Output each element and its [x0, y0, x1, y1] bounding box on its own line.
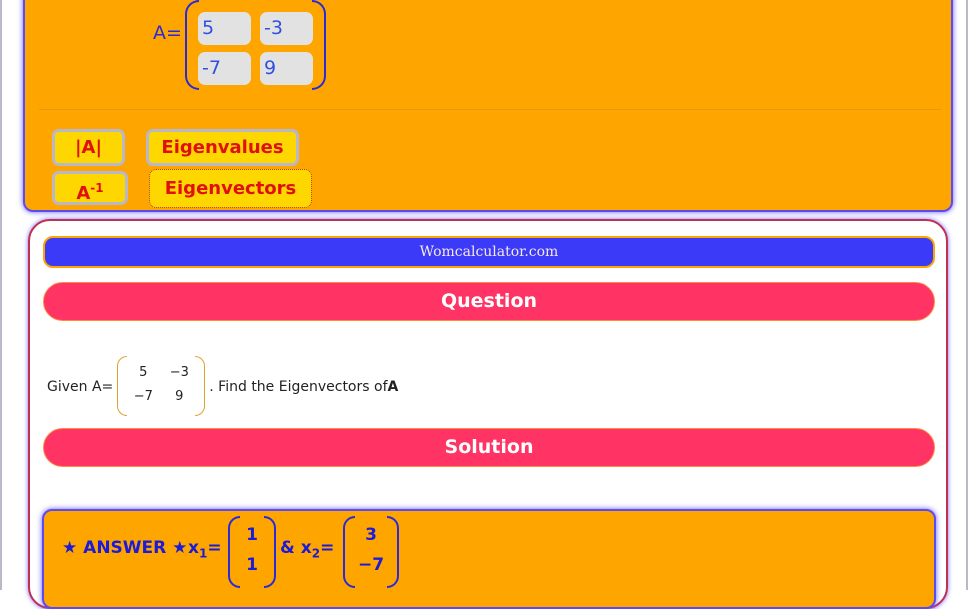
answer-label: ★ ANSWER ★	[62, 538, 188, 558]
question-matrix-a11: 5	[139, 365, 148, 380]
answer-joiner: &	[280, 538, 295, 558]
eigenvalues-button[interactable]: Eigenvalues	[146, 129, 299, 166]
question-matrix-a21: −7	[133, 389, 153, 404]
question-matrix-bracket-right	[195, 356, 206, 416]
x2-name: x	[300, 538, 312, 558]
solution-heading: Solution	[43, 428, 935, 467]
determinant-button[interactable]: |A|	[52, 129, 125, 166]
inverse-button-base: A	[76, 183, 91, 204]
x1-bracket-right	[264, 516, 276, 588]
matrix-bracket-left	[185, 0, 199, 90]
matrix-cell-a11[interactable]	[198, 12, 251, 45]
answer-panel: ★ ANSWER ★ x1= 1 1 & x2= 3 −7	[42, 509, 936, 609]
matrix-input-panel: A= |A| Eigenvalues A-1 Eigenvectors	[23, 0, 953, 212]
question-statement: Given A= 5 −3 −7 9 . Find the Eigenvecto…	[47, 355, 398, 419]
x1-label: x1=	[188, 538, 222, 560]
matrix-bracket-right	[312, 0, 326, 90]
result-card: Womcalculator.com Question Given A= 5 −3…	[28, 219, 948, 609]
question-matrix-a12: −3	[169, 365, 189, 380]
question-target: A	[387, 379, 399, 395]
x1-name: x	[188, 538, 199, 558]
site-name-bar: Womcalculator.com	[43, 236, 935, 268]
x2-bracket-right	[387, 516, 399, 588]
eigenvectors-button[interactable]: Eigenvectors	[149, 169, 312, 208]
question-matrix: 5 −3 −7 9	[117, 356, 206, 418]
x2-label: & x2=	[280, 538, 334, 560]
matrix-cell-a21[interactable]	[198, 52, 251, 85]
x1-equals: =	[207, 538, 222, 558]
question-prefix: Given A=	[47, 379, 114, 395]
eigenvector-x1: 1 1	[228, 516, 276, 590]
question-matrix-bracket-left	[117, 356, 128, 416]
matrix-cell-a12[interactable]	[260, 12, 313, 45]
eigenvector-x2: 3 −7	[343, 516, 399, 590]
inverse-button-exponent: -1	[90, 181, 104, 195]
matrix-cell-a22[interactable]	[260, 52, 313, 85]
question-suffix: . Find the Eigenvectors of	[209, 379, 388, 395]
panel-divider	[39, 109, 941, 110]
question-matrix-a22: 9	[175, 389, 184, 404]
x2-subscript: 2	[311, 546, 321, 561]
matrix-label: A=	[153, 22, 182, 44]
question-heading: Question	[43, 282, 935, 321]
x2-equals: =	[320, 538, 335, 558]
inverse-button[interactable]: A-1	[52, 171, 128, 205]
